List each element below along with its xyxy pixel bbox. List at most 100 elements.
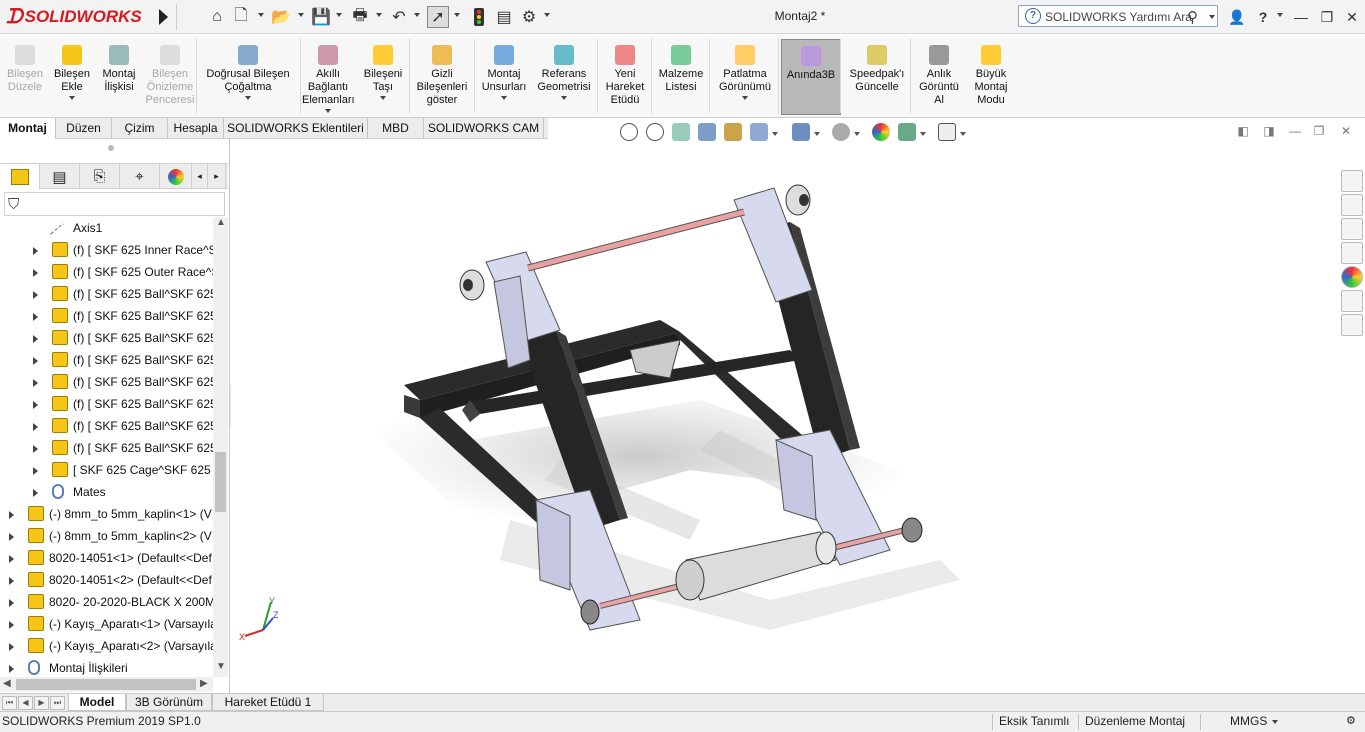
chevron-down-icon[interactable] bbox=[336, 13, 342, 17]
chevron-down-icon[interactable] bbox=[69, 96, 75, 100]
print-icon[interactable]: 🖶 bbox=[349, 6, 371, 28]
expand-arrow-icon[interactable] bbox=[9, 555, 14, 563]
expand-arrow-icon[interactable] bbox=[33, 423, 38, 431]
chevron-up-icon[interactable] bbox=[1272, 720, 1278, 724]
tree-filter-input[interactable]: ⛉ bbox=[4, 192, 225, 216]
configuration-manager-tab[interactable]: ⎘ bbox=[80, 164, 120, 189]
design-library-icon[interactable] bbox=[1341, 194, 1363, 216]
new-document-icon[interactable]: 🗋 bbox=[230, 6, 252, 28]
hide-show-items-icon[interactable] bbox=[832, 123, 850, 141]
expand-arrow-icon[interactable] bbox=[9, 621, 14, 629]
custom-properties-icon[interactable] bbox=[1341, 290, 1363, 312]
tab-next-icon[interactable]: ▶ bbox=[34, 696, 49, 710]
status-settings-icon[interactable]: ⚙ bbox=[1346, 712, 1356, 731]
tree-row[interactable]: (-) 8mm_to 5mm_kaplin<1> (V bbox=[0, 503, 213, 525]
appearances-icon[interactable] bbox=[1341, 266, 1363, 288]
tree-row[interactable]: (-) Kayış_Aparatı<2> (Varsayıla bbox=[0, 635, 213, 657]
ribbon-button-9[interactable]: Referans Geometrisi bbox=[532, 39, 596, 115]
expand-arrow-icon[interactable] bbox=[9, 599, 14, 607]
minimize-button[interactable]: — bbox=[1290, 6, 1312, 28]
graphics-area[interactable]: Y X Z bbox=[231, 146, 1339, 693]
chevron-down-icon[interactable] bbox=[414, 13, 420, 17]
bottom-tab-0[interactable]: Model bbox=[68, 694, 126, 711]
tab-3[interactable]: Hesapla bbox=[168, 118, 224, 139]
bottom-tab-2[interactable]: Hareket Etüdü 1 bbox=[212, 694, 324, 711]
chevron-down-icon[interactable] bbox=[920, 132, 926, 136]
expand-arrow-icon[interactable] bbox=[33, 357, 38, 365]
save-icon[interactable]: 💾 bbox=[310, 6, 332, 28]
solidworks-resources-icon[interactable] bbox=[1341, 170, 1363, 192]
expand-arrow-icon[interactable] bbox=[33, 313, 38, 321]
ribbon-button-2[interactable]: Montaj İlişkisi bbox=[96, 39, 142, 115]
display-style-icon[interactable] bbox=[792, 123, 810, 141]
display-manager-tab[interactable] bbox=[160, 164, 192, 189]
expand-arrow-icon[interactable] bbox=[33, 269, 38, 277]
tab-4[interactable]: SOLIDWORKS Eklentileri bbox=[224, 118, 368, 139]
menu-expand-icon[interactable] bbox=[159, 9, 168, 25]
viewport-prev-icon[interactable]: ◧ bbox=[1236, 124, 1250, 138]
chevron-right-icon[interactable]: ▸ bbox=[208, 164, 226, 189]
chevron-down-icon[interactable] bbox=[854, 132, 860, 136]
restore-button[interactable]: ❐ bbox=[1316, 6, 1338, 28]
panel-grip-icon[interactable] bbox=[108, 145, 114, 151]
view-palette-icon[interactable] bbox=[1341, 242, 1363, 264]
expand-arrow-icon[interactable] bbox=[33, 401, 38, 409]
ribbon-button-5[interactable]: Akıllı Bağlantı Elemanları bbox=[302, 39, 355, 115]
apply-scene-icon[interactable] bbox=[898, 123, 916, 141]
bottom-tab-1[interactable]: 3B Görünüm bbox=[126, 694, 212, 711]
tree-row[interactable]: [ SKF 625 Cage^SKF 625 ]< bbox=[0, 459, 213, 481]
chevron-down-icon[interactable] bbox=[258, 13, 264, 17]
expand-arrow-icon[interactable] bbox=[9, 665, 14, 673]
chevron-down-icon[interactable] bbox=[298, 13, 304, 17]
tree-vertical-scrollbar[interactable]: ▲ ▼ bbox=[213, 217, 228, 677]
unit-system[interactable]: MMGS bbox=[1230, 712, 1267, 731]
tree-row[interactable]: (f) [ SKF 625 Ball^SKF 625 ] bbox=[0, 349, 213, 371]
tree-row[interactable]: 8020- 20-2020-BLACK X 200MM bbox=[0, 591, 213, 613]
chevron-down-icon[interactable] bbox=[1209, 15, 1215, 19]
tab-0[interactable]: Montaj bbox=[0, 118, 56, 139]
search-icon[interactable]: ⚲ bbox=[1187, 8, 1198, 26]
chevron-down-icon[interactable] bbox=[772, 132, 778, 136]
select-icon[interactable]: ➚ bbox=[427, 6, 449, 28]
section-view-icon[interactable] bbox=[698, 123, 716, 141]
tab-5[interactable]: MBD bbox=[368, 118, 424, 139]
top-rod[interactable] bbox=[527, 208, 745, 272]
tree-row[interactable]: (-) 8mm_to 5mm_kaplin<2> (V bbox=[0, 525, 213, 547]
chevron-down-icon[interactable] bbox=[501, 96, 507, 100]
ribbon-button-11[interactable]: Malzeme Listesi bbox=[654, 39, 708, 115]
expand-arrow-icon[interactable] bbox=[33, 335, 38, 343]
tree-row[interactable]: (f) [ SKF 625 Ball^SKF 625 ] bbox=[0, 415, 213, 437]
scroll-down-icon[interactable]: ▼ bbox=[216, 661, 226, 672]
expand-arrow-icon[interactable] bbox=[33, 379, 38, 387]
property-manager-tab[interactable]: ▤ bbox=[40, 164, 80, 189]
tree-row[interactable]: Mates bbox=[0, 481, 213, 503]
tree-row[interactable]: (f) [ SKF 625 Ball^SKF 625 ] bbox=[0, 305, 213, 327]
expand-arrow-icon[interactable] bbox=[33, 467, 38, 475]
feature-manager-tab[interactable] bbox=[0, 164, 40, 189]
ribbon-button-8[interactable]: Montaj Unsurları bbox=[478, 39, 530, 115]
expand-arrow-icon[interactable] bbox=[33, 291, 38, 299]
open-icon[interactable]: 📂 bbox=[270, 6, 292, 28]
tree-row[interactable]: (f) [ SKF 625 Inner Race^SKF bbox=[0, 239, 213, 261]
file-explorer-icon[interactable] bbox=[1341, 218, 1363, 240]
ribbon-button-13[interactable]: Anında3B bbox=[781, 39, 841, 115]
ribbon-button-10[interactable]: Yeni Hareket Etüdü bbox=[600, 39, 650, 115]
expand-arrow-icon[interactable] bbox=[9, 643, 14, 651]
options-icon[interactable]: ⚙ bbox=[518, 6, 540, 28]
viewport-minimize-button[interactable]: — bbox=[1288, 124, 1302, 138]
tree-row[interactable]: (f) [ SKF 625 Outer Race^SKF bbox=[0, 261, 213, 283]
tree-row[interactable]: (f) [ SKF 625 Ball^SKF 625 ] bbox=[0, 371, 213, 393]
tab-2[interactable]: Çizim bbox=[112, 118, 168, 139]
ribbon-button-6[interactable]: Bileşeni Taşı bbox=[358, 39, 408, 115]
chevron-down-icon[interactable] bbox=[561, 96, 567, 100]
tree-row[interactable]: (f) [ SKF 625 Ball^SKF 625 ] bbox=[0, 437, 213, 459]
zoom-to-fit-icon[interactable] bbox=[620, 123, 638, 141]
dynamic-annotation-icon[interactable] bbox=[724, 123, 742, 141]
viewport-next-icon[interactable]: ◨ bbox=[1262, 124, 1276, 138]
ribbon-button-14[interactable]: Speedpak'ı Güncelle bbox=[844, 39, 910, 115]
expand-arrow-icon[interactable] bbox=[9, 533, 14, 541]
chevron-down-icon[interactable] bbox=[380, 96, 386, 100]
scroll-left-icon[interactable]: ◀ bbox=[3, 678, 11, 689]
ribbon-button-16[interactable]: Büyük Montaj Modu bbox=[966, 39, 1016, 115]
scroll-thumb[interactable] bbox=[16, 679, 196, 690]
